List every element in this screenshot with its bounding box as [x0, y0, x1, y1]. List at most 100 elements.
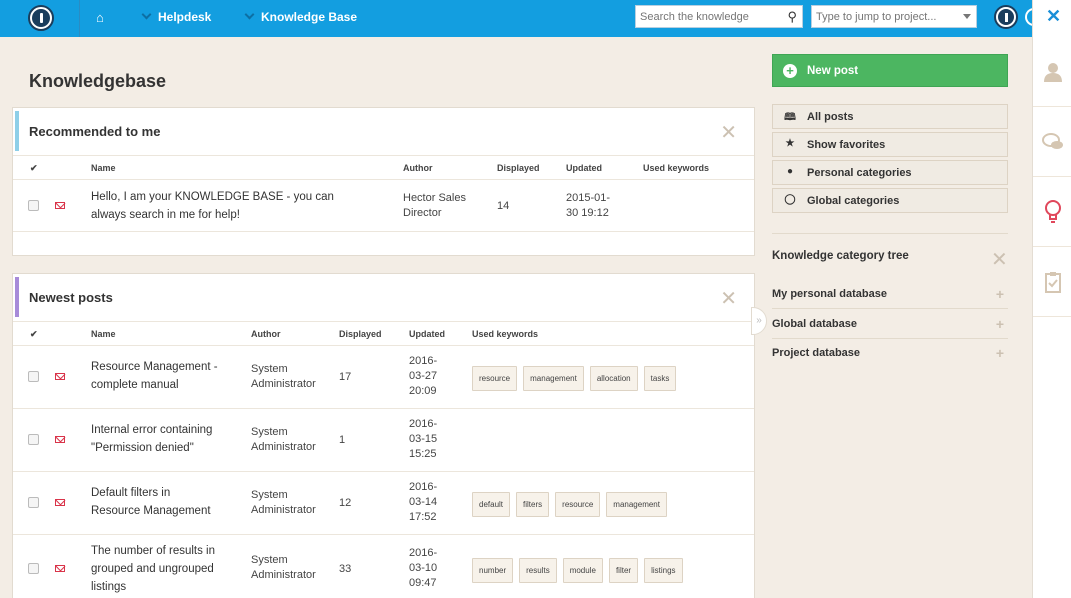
personal-categories-button[interactable]: ● Personal categories: [772, 160, 1008, 185]
row-checkbox[interactable]: [28, 563, 39, 574]
plus-icon: +: [783, 64, 797, 78]
keywords-cell: resource management allocation tasks: [472, 366, 682, 391]
column-author[interactable]: Author: [251, 329, 281, 339]
column-keywords[interactable]: Used keywords: [472, 329, 538, 339]
updated-line: 2015-01-: [566, 192, 611, 204]
keyword-tag[interactable]: resource: [555, 492, 601, 517]
collapse-sidebar-toggle[interactable]: »: [751, 307, 767, 335]
category-tree-title: Knowledge category tree: [772, 250, 909, 262]
name-line: "Permission denied": [91, 442, 194, 454]
person-icon: [1043, 62, 1062, 82]
keyword-tag[interactable]: management: [523, 366, 584, 391]
search-input[interactable]: [636, 6, 776, 27]
select-column-header[interactable]: ✔: [30, 329, 38, 340]
keyword-tag[interactable]: filters: [516, 492, 550, 517]
clipboard-icon: [1044, 271, 1061, 293]
close-icon[interactable]: ✕: [1046, 6, 1061, 27]
tree-item-personal-database[interactable]: My personal database +: [772, 286, 1008, 302]
column-name[interactable]: Name: [91, 163, 116, 173]
rail-tasks[interactable]: [1033, 247, 1071, 317]
breadcrumb-knowledge-base[interactable]: Knowledge Base: [244, 9, 357, 24]
project-jump-input[interactable]: [812, 6, 952, 27]
updated-cell: 2016- 03-14 17:52: [409, 480, 437, 525]
post-title-link[interactable]: Internal error containing "Permission den…: [91, 421, 212, 457]
mail-icon[interactable]: [55, 436, 65, 443]
user-menu-icon[interactable]: [994, 5, 1018, 29]
row-checkbox[interactable]: [28, 200, 39, 211]
search-icon[interactable]: ⚲: [787, 9, 797, 25]
breadcrumb-label: Helpdesk: [158, 10, 212, 24]
row-checkbox[interactable]: [28, 434, 39, 445]
updated-line: 2016-: [409, 547, 438, 559]
rail-ideas[interactable]: [1033, 177, 1071, 247]
column-updated[interactable]: Updated: [409, 329, 445, 339]
person-icon: ●: [786, 166, 794, 177]
close-icon[interactable]: ✕: [720, 120, 737, 145]
column-author[interactable]: Author: [403, 163, 433, 173]
new-post-button[interactable]: + New post: [772, 54, 1008, 87]
keyword-tag[interactable]: filter: [608, 558, 639, 583]
home-icon[interactable]: ⌂: [96, 10, 104, 25]
table-row[interactable]: Default filters in Resource Management Sy…: [13, 472, 754, 535]
post-title-link[interactable]: The number of results in grouped and ungr…: [91, 542, 215, 596]
keyword-tag[interactable]: tasks: [643, 366, 677, 391]
close-icon[interactable]: ✕: [720, 286, 737, 311]
updated-line: 17:52: [409, 511, 437, 523]
column-updated[interactable]: Updated: [566, 163, 602, 173]
post-title-link[interactable]: Resource Management - complete manual: [91, 358, 218, 394]
mail-icon[interactable]: [55, 202, 65, 209]
divider: [772, 233, 1008, 234]
updated-cell: 2016- 03-27 20:09: [409, 354, 437, 399]
updated-cell: 2016- 03-10 09:47: [409, 546, 437, 591]
expand-icon[interactable]: +: [996, 345, 1004, 361]
rail-contacts[interactable]: [1033, 37, 1071, 107]
keyword-tag[interactable]: management: [606, 492, 667, 517]
tree-item-project-database[interactable]: Project database +: [772, 345, 1008, 361]
table-row[interactable]: Resource Management - complete manual Sys…: [13, 346, 754, 409]
caret-down-icon[interactable]: [963, 14, 971, 19]
rail-chat[interactable]: [1033, 107, 1071, 177]
mail-icon[interactable]: [55, 373, 65, 380]
updated-cell: 2016- 03-15 15:25: [409, 417, 437, 462]
keyword-tag[interactable]: default: [472, 492, 511, 517]
column-displayed[interactable]: Displayed: [339, 329, 382, 339]
tree-item-global-database[interactable]: Global database +: [772, 316, 1008, 332]
chevron-down-icon: [141, 9, 152, 20]
keyword-tag[interactable]: module: [562, 558, 603, 583]
global-categories-button[interactable]: ◯ Global categories: [772, 188, 1008, 213]
select-column-header[interactable]: ✔: [30, 163, 38, 174]
expand-icon[interactable]: +: [996, 286, 1004, 302]
column-displayed[interactable]: Displayed: [497, 163, 540, 173]
author-line: Director: [403, 207, 442, 219]
mail-icon[interactable]: [55, 499, 65, 506]
displayed-cell: 17: [339, 371, 352, 383]
table-row[interactable]: Hello, I am your KNOWLEDGE BASE - you ca…: [13, 180, 754, 232]
author-line: System: [251, 489, 288, 501]
new-post-label: New post: [807, 65, 859, 77]
keyword-tag[interactable]: results: [519, 558, 557, 583]
keyword-tag[interactable]: allocation: [589, 366, 638, 391]
breadcrumb-helpdesk[interactable]: Helpdesk: [141, 9, 212, 24]
updated-line: 03-14: [409, 496, 438, 508]
row-checkbox[interactable]: [28, 497, 39, 508]
table-row[interactable]: The number of results in grouped and ungr…: [13, 535, 754, 598]
all-posts-button[interactable]: 🕮 All posts: [772, 104, 1008, 129]
mail-icon[interactable]: [55, 565, 65, 572]
table-row[interactable]: Internal error containing "Permission den…: [13, 409, 754, 472]
keyword-tag[interactable]: number: [472, 558, 514, 583]
keyword-tag[interactable]: resource: [472, 366, 518, 391]
updated-line: 03-27: [409, 370, 438, 382]
row-checkbox[interactable]: [28, 371, 39, 382]
column-keywords[interactable]: Used keywords: [643, 163, 709, 173]
close-icon[interactable]: ✕: [991, 247, 1008, 272]
column-name[interactable]: Name: [91, 329, 116, 339]
topbar-divider: [79, 0, 80, 37]
post-title-link[interactable]: Hello, I am your KNOWLEDGE BASE - you ca…: [91, 188, 334, 224]
author-line: System: [251, 426, 288, 438]
show-favorites-button[interactable]: ★ Show favorites: [772, 132, 1008, 157]
expand-icon[interactable]: +: [996, 316, 1004, 332]
keyword-tag[interactable]: listings: [644, 558, 683, 583]
author-cell: Hector Sales Director: [403, 191, 466, 221]
post-title-link[interactable]: Default filters in Resource Management: [91, 484, 211, 520]
app-logo[interactable]: [28, 5, 54, 31]
